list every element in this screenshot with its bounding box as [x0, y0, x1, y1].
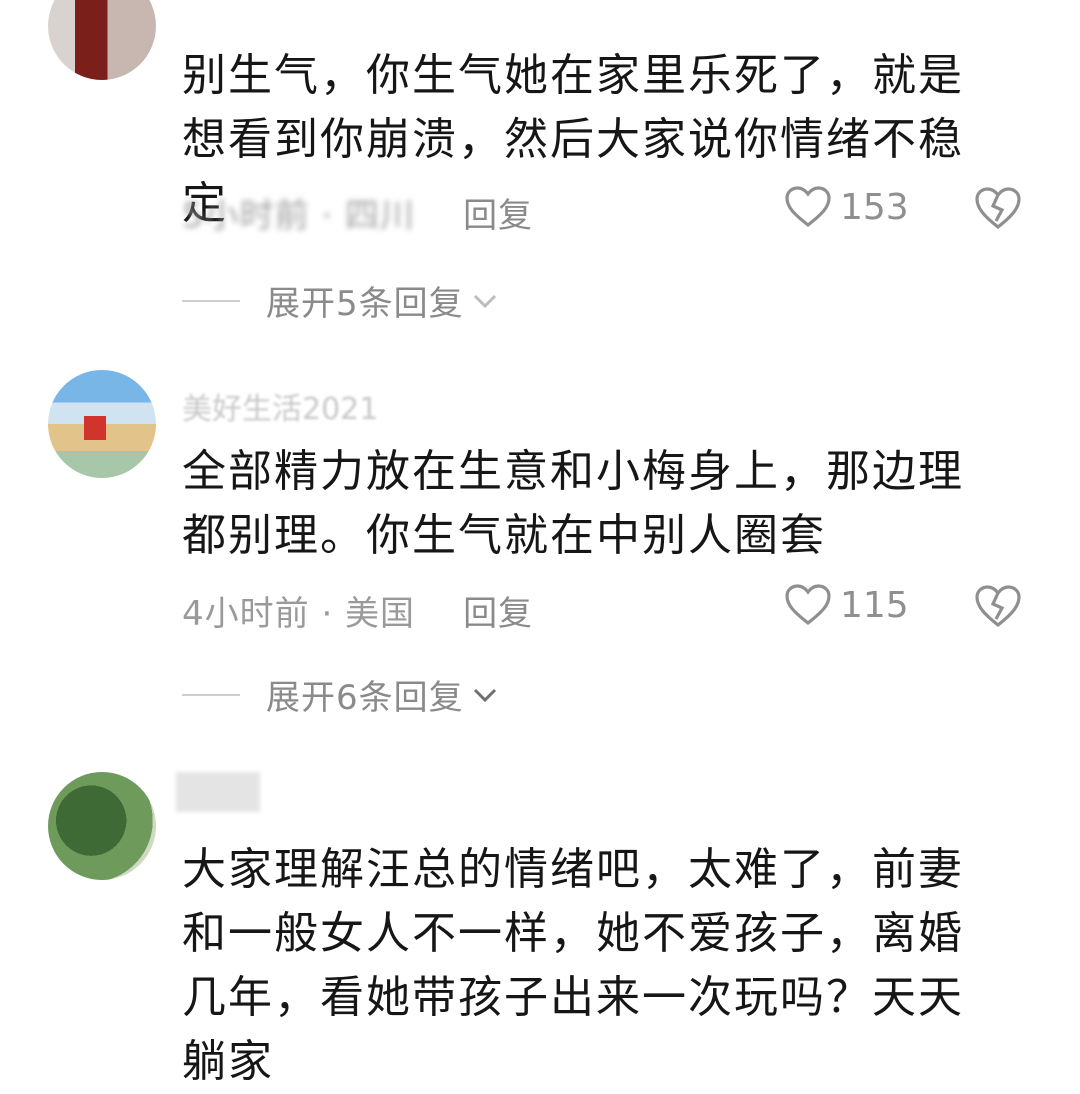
- expand-label: 展开6条回复: [266, 678, 464, 718]
- comment-time-location: 4小时前 · 美国: [182, 594, 416, 634]
- broken-heart-icon[interactable]: [974, 186, 1022, 230]
- like-button[interactable]: 115: [784, 584, 909, 626]
- like-button[interactable]: 153: [784, 186, 909, 228]
- reply-button[interactable]: 回复: [463, 196, 533, 236]
- avatar[interactable]: [48, 0, 156, 80]
- comment-text: 大家理解汪总的情绪吧，太难了，前妻和一般女人不一样，她不爱孩子，离婚几年，看她带…: [182, 844, 964, 1087]
- avatar[interactable]: [48, 370, 156, 478]
- avatar-mosaic: [84, 416, 106, 440]
- expand-replies[interactable]: 展开5条回复: [182, 276, 498, 325]
- like-count: 153: [840, 186, 909, 228]
- comment-meta: 5小时前 · 四川 回复: [182, 188, 533, 237]
- comment-text: 全部精力放在生意和小梅身上，那边理都别理。你生气就在中别人圈套: [182, 446, 964, 561]
- comment-time-location: 5小时前 · 四川: [182, 196, 416, 236]
- username-mosaic: [176, 772, 260, 812]
- broken-heart-icon[interactable]: [974, 584, 1022, 628]
- divider-line: [182, 693, 240, 696]
- heart-outline-icon: [785, 186, 831, 228]
- avatar[interactable]: [48, 772, 156, 880]
- heart-outline-icon: [785, 584, 831, 626]
- expand-label: 展开5条回复: [266, 284, 464, 324]
- comment-username[interactable]: 美好生活2021: [182, 384, 378, 428]
- reply-button[interactable]: 回复: [463, 594, 533, 634]
- chevron-down-icon: [473, 294, 496, 308]
- divider-line: [182, 299, 240, 302]
- like-count: 115: [840, 584, 909, 626]
- comment-meta: 4小时前 · 美国 回复: [182, 586, 533, 635]
- chevron-down-icon: [473, 688, 496, 702]
- expand-replies[interactable]: 展开6条回复: [182, 670, 498, 719]
